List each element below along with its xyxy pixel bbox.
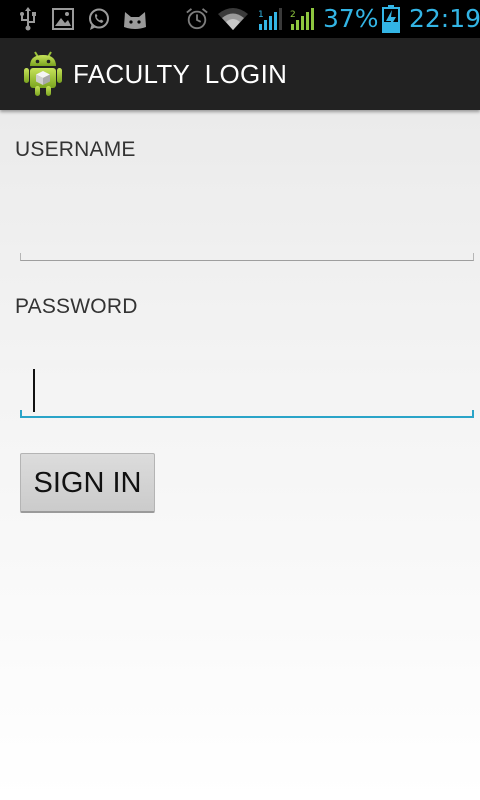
whatsapp-icon	[89, 8, 109, 30]
action-bar: FACULTY LOGIN	[0, 38, 480, 110]
sign-in-button[interactable]: SIGN IN	[20, 453, 155, 513]
password-label: PASSWORD	[15, 295, 138, 318]
signal-sim2-icon: 2	[290, 8, 314, 30]
page-title: FACULTY LOGIN	[73, 59, 288, 89]
svg-text:2: 2	[290, 10, 296, 20]
battery-percentage: 37%	[323, 4, 379, 33]
clock-time: 22:19	[409, 4, 480, 33]
cat-face-icon	[124, 12, 146, 29]
svg-text:1: 1	[258, 10, 264, 20]
signal-sim1-icon: 1	[258, 8, 282, 30]
text-cursor	[33, 369, 35, 412]
username-label: USERNAME	[15, 138, 136, 161]
status-bar: 1 2 37% 22:19	[0, 0, 480, 38]
wifi-icon	[218, 8, 248, 30]
android-app-icon	[24, 51, 62, 96]
battery-charging-icon	[382, 5, 400, 33]
username-input-underline	[20, 253, 474, 261]
alarm-icon	[186, 8, 208, 30]
usb-icon	[20, 7, 36, 31]
password-input-underline	[20, 410, 474, 418]
password-input[interactable]	[20, 350, 474, 416]
image-icon	[52, 8, 74, 30]
username-input[interactable]	[20, 192, 474, 258]
